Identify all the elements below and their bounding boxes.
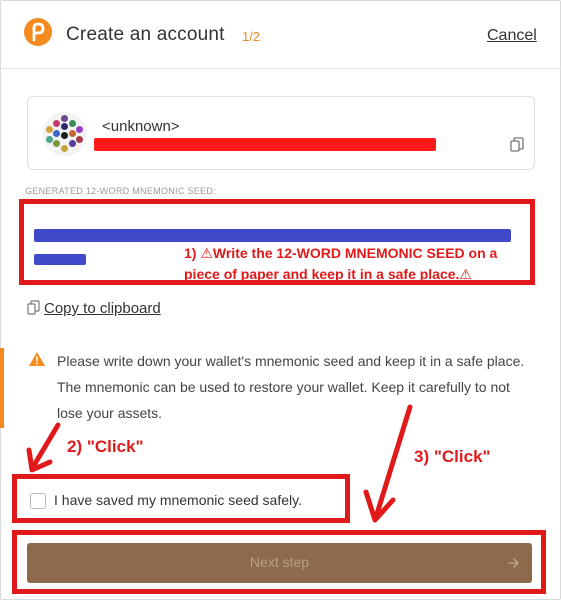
copy-to-clipboard[interactable]: Copy to clipboard	[27, 300, 161, 317]
polkadot-logo-icon	[24, 18, 52, 46]
seed-redaction-line-2	[34, 254, 86, 265]
address-redaction	[94, 138, 436, 151]
step-indicator: 1/2	[242, 29, 261, 44]
header: Create an account 1/2 Cancel	[0, 0, 561, 69]
clipboard-icon	[27, 300, 40, 315]
seed-label: GENERATED 12-WORD MNEMONIC SEED:	[25, 186, 216, 196]
saved-seed-label[interactable]: I have saved my mnemonic seed safely.	[54, 492, 302, 508]
warning-accent-bar	[0, 348, 4, 428]
account-card: <unknown>	[27, 96, 535, 170]
arrow-right-icon	[508, 556, 520, 574]
checkbox-highlight: I have saved my mnemonic seed safely.	[12, 474, 350, 523]
copy-to-clipboard-label[interactable]: Copy to clipboard	[44, 300, 161, 317]
warning-icon	[28, 351, 46, 372]
cancel-link[interactable]: Cancel	[487, 27, 537, 45]
saved-seed-checkbox[interactable]	[30, 493, 46, 509]
account-name: <unknown>	[102, 118, 180, 135]
warning-text: Please write down your wallet's mnemonic…	[57, 353, 525, 421]
copy-address-icon[interactable]	[510, 137, 524, 153]
click-callout-2: 2) "Click"	[67, 437, 144, 456]
next-step-highlight: Next step	[12, 530, 546, 594]
seed-redaction-line-1	[34, 229, 511, 242]
page-title: Create an account	[66, 24, 225, 45]
click-callout-3: 3) "Click"	[414, 447, 491, 466]
next-step-button[interactable]: Next step	[27, 543, 532, 583]
mnemonic-seed-box: 1) ⚠Write the 12-WORD MNEMONIC SEED on a…	[19, 199, 535, 285]
identicon-avatar	[43, 112, 87, 156]
seed-instruction-annotation: 1) ⚠Write the 12-WORD MNEMONIC SEED on a…	[184, 245, 498, 282]
warning-message: Please write down your wallet's mnemonic…	[0, 342, 561, 428]
next-step-label: Next step	[249, 554, 310, 570]
